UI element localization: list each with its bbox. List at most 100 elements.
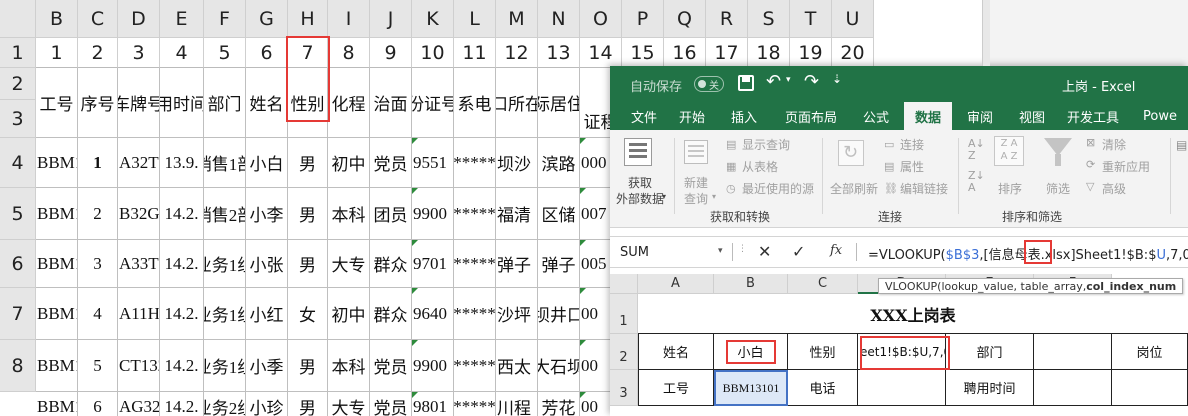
table-cell[interactable]: 小白 — [246, 138, 288, 188]
cell-a2[interactable]: 姓名 — [638, 334, 714, 370]
tab-3[interactable]: 页面布局 — [776, 102, 846, 130]
table-cell[interactable]: 沙坪 — [496, 288, 538, 340]
row-header[interactable]: 7 — [0, 288, 36, 340]
table-cell[interactable]: BBM141 — [36, 392, 78, 416]
table-cell[interactable]: 川程 — [496, 392, 538, 416]
header-cell[interactable]: 口所在 — [496, 68, 538, 138]
table-cell[interactable]: 14.2. — [160, 188, 204, 240]
row-header[interactable]: 1 — [0, 38, 36, 68]
header-cell[interactable]: 部门 — [204, 68, 246, 138]
redo-icon[interactable]: ↷ — [804, 71, 819, 92]
get-data-label-1[interactable]: 获取 — [628, 174, 652, 191]
tab-8[interactable]: 开发工具 — [1060, 102, 1126, 130]
table-cell[interactable]: 男 — [288, 138, 328, 188]
header-cell[interactable]: 车牌号 — [118, 68, 160, 138]
index-cell[interactable]: 6 — [246, 38, 288, 68]
formula-input[interactable]: =VLOOKUP($B$3,[信息母表.xlsx]Sheet1!$B:$U,7,… — [868, 244, 1188, 263]
table-cell[interactable]: 1 — [78, 138, 118, 188]
cell-d3[interactable] — [858, 370, 946, 406]
header-cell[interactable]: 用时间 — [160, 68, 204, 138]
table-cell[interactable]: 党员 — [370, 340, 412, 392]
table-cell[interactable]: 业务1组 — [204, 240, 246, 288]
row-header[interactable]: 2 — [610, 334, 638, 370]
column-header[interactable]: I — [328, 0, 370, 38]
table-cell[interactable]: 小张 — [246, 240, 288, 288]
column-header[interactable]: M — [496, 0, 538, 38]
table-cell[interactable]: 13.9. — [160, 138, 204, 188]
column-header[interactable]: H — [288, 0, 328, 38]
table-cell[interactable]: 初中 — [328, 288, 370, 340]
table-cell[interactable]: 小李 — [246, 188, 288, 240]
refresh-all-icon[interactable]: ↻ — [838, 140, 864, 166]
tab-2[interactable]: 插入 — [722, 102, 766, 130]
name-box-dropdown-icon[interactable]: ▾ — [718, 246, 723, 256]
table-cell[interactable]: CT132 — [118, 340, 160, 392]
properties-button[interactable]: 属性 — [900, 158, 924, 175]
header-cell[interactable]: 化程 — [328, 68, 370, 138]
index-cell[interactable]: 3 — [118, 38, 160, 68]
table-cell[interactable]: ***** — [454, 188, 496, 240]
table-cell[interactable]: 5 — [78, 340, 118, 392]
cell-g3[interactable] — [1112, 370, 1188, 406]
column-header[interactable]: R — [706, 0, 748, 38]
new-query-icon[interactable] — [684, 140, 708, 164]
cell-f2[interactable] — [1034, 334, 1112, 370]
table-cell[interactable]: 小珍 — [246, 392, 288, 416]
row-header[interactable]: 2 — [0, 68, 36, 100]
index-cell[interactable]: 15 — [622, 38, 664, 68]
column-header[interactable]: N — [538, 0, 580, 38]
get-data-label-2[interactable]: 外部数据 — [616, 190, 664, 207]
table-cell[interactable]: ***** — [454, 340, 496, 392]
table-cell[interactable]: 14.2. — [160, 340, 204, 392]
customize-qat-icon[interactable]: ⇣ — [832, 72, 842, 86]
show-queries-button[interactable]: 显示查询 — [742, 136, 790, 153]
table-cell[interactable]: ***** — [454, 240, 496, 288]
table-cell[interactable]: 群众 — [370, 240, 412, 288]
select-all-corner[interactable] — [0, 0, 36, 38]
new-query-label-2[interactable]: 查询 — [684, 190, 708, 207]
table-cell[interactable]: 男 — [288, 392, 328, 416]
column-header[interactable]: C — [78, 0, 118, 38]
table-cell[interactable]: 大专 — [328, 240, 370, 288]
enter-icon[interactable]: ✓ — [792, 242, 805, 261]
table-cell[interactable]: 销售2部 — [204, 188, 246, 240]
column-header[interactable]: G — [246, 0, 288, 38]
edit-links-button[interactable]: 编辑链接 — [900, 180, 948, 197]
cell-b3[interactable]: BBM13101 — [714, 370, 788, 406]
save-icon[interactable] — [738, 75, 754, 91]
cell-g2[interactable]: 岗位 — [1112, 334, 1188, 370]
table-cell[interactable]: 业务1组 — [204, 288, 246, 340]
new-query-label-1[interactable]: 新建 — [684, 174, 708, 191]
table-cell[interactable]: 14.2. — [160, 392, 204, 416]
cell-a3[interactable]: 工号 — [638, 370, 714, 406]
table-cell[interactable]: 2 — [78, 188, 118, 240]
tab-9[interactable]: Powe — [1132, 102, 1188, 130]
header-cell[interactable]: 性别 — [288, 68, 328, 138]
table-cell[interactable]: 9801 — [412, 392, 454, 416]
table-cell[interactable]: 小季 — [246, 340, 288, 392]
table-cell[interactable]: 4 — [78, 288, 118, 340]
fx-icon[interactable]: fx — [830, 243, 842, 258]
index-cell[interactable]: 18 — [748, 38, 790, 68]
index-cell[interactable]: 16 — [664, 38, 706, 68]
column-header[interactable]: D — [118, 0, 160, 38]
undo-icon[interactable]: ↶ — [766, 71, 781, 92]
table-cell[interactable]: 区储 — [538, 188, 580, 240]
table-cell[interactable]: 业务1组 — [204, 340, 246, 392]
advanced-button[interactable]: 高级 — [1102, 180, 1126, 197]
header-cell[interactable]: 份证号 — [412, 68, 454, 138]
table-cell[interactable]: 大专 — [328, 392, 370, 416]
row-header[interactable]: 6 — [0, 240, 36, 288]
table-cell[interactable]: 9640 — [412, 288, 454, 340]
cell-c2[interactable]: 性别 — [788, 334, 858, 370]
column-header[interactable]: E — [160, 0, 204, 38]
table-cell[interactable]: 9701 — [412, 240, 454, 288]
index-cell[interactable]: 20 — [832, 38, 874, 68]
table-cell[interactable]: 西太 — [496, 340, 538, 392]
table-cell[interactable]: 初中 — [328, 138, 370, 188]
table-cell[interactable]: 男 — [288, 240, 328, 288]
header-cell[interactable]: 序号 — [78, 68, 118, 138]
tab-4[interactable]: 公式 — [854, 102, 898, 130]
table-cell[interactable]: 坝沙 — [496, 138, 538, 188]
table-cell[interactable]: BBM141 — [36, 340, 78, 392]
